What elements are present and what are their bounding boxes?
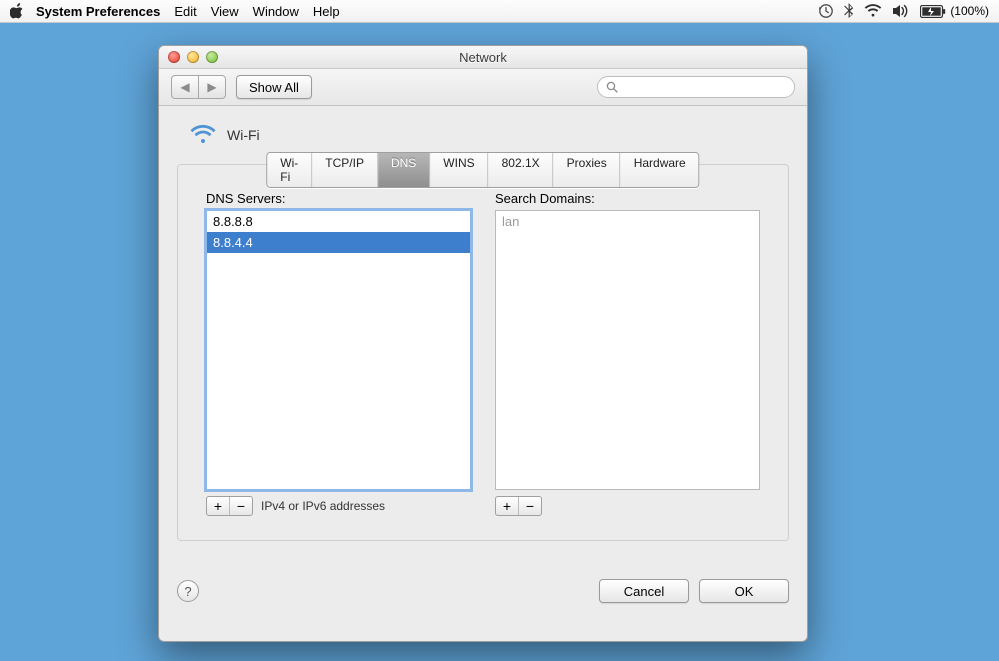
dns-add-remove: + −: [206, 496, 253, 516]
ok-button[interactable]: OK: [699, 579, 789, 603]
menubar: System Preferences Edit View Window Help…: [0, 0, 999, 23]
window-toolbar: ◀ ▶ Show All: [159, 69, 807, 106]
interface-name: Wi-Fi: [227, 127, 260, 143]
search-domain-row[interactable]: lan: [496, 211, 759, 232]
menu-window[interactable]: Window: [253, 4, 299, 19]
show-all-button[interactable]: Show All: [236, 75, 312, 99]
dns-servers-column: DNS Servers: 8.8.8.8 8.8.4.4 + − IPv4: [206, 191, 471, 516]
menu-view[interactable]: View: [211, 4, 239, 19]
menu-help[interactable]: Help: [313, 4, 340, 19]
search-field[interactable]: [597, 76, 795, 98]
tab-wifi[interactable]: Wi-Fi: [267, 153, 312, 187]
search-domain-add-button[interactable]: +: [496, 497, 519, 515]
search-icon: [606, 81, 618, 93]
search-domains-header: Search Domains:: [495, 191, 760, 206]
search-domain-remove-button[interactable]: −: [519, 497, 541, 515]
tab-proxies[interactable]: Proxies: [554, 153, 621, 187]
bluetooth-icon[interactable]: [844, 3, 854, 19]
menu-edit[interactable]: Edit: [174, 4, 196, 19]
desktop: Network ◀ ▶ Show All Wi-Fi Wi-Fi: [0, 23, 999, 661]
tab-wins[interactable]: WINS: [430, 153, 488, 187]
window-title: Network: [159, 50, 807, 65]
wifi-icon[interactable]: [864, 4, 882, 18]
window-content: Wi-Fi Wi-Fi TCP/IP DNS WINS 802.1X Proxi…: [159, 106, 807, 617]
preferences-window: Network ◀ ▶ Show All Wi-Fi Wi-Fi: [158, 45, 808, 642]
nav-back-forward: ◀ ▶: [171, 75, 226, 99]
app-name[interactable]: System Preferences: [36, 4, 160, 19]
settings-sheet: Wi-Fi TCP/IP DNS WINS 802.1X Proxies Har…: [177, 164, 789, 541]
dns-servers-list[interactable]: 8.8.8.8 8.8.4.4: [206, 210, 471, 490]
back-button[interactable]: ◀: [171, 75, 198, 99]
search-domains-list[interactable]: lan: [495, 210, 760, 490]
apple-menu-icon[interactable]: [10, 3, 24, 19]
ok-label: OK: [735, 584, 754, 599]
dns-row[interactable]: 8.8.4.4: [207, 232, 470, 253]
dns-hint: IPv4 or IPv6 addresses: [261, 499, 385, 513]
interface-header: Wi-Fi: [189, 124, 789, 146]
help-button[interactable]: ?: [177, 580, 199, 602]
tab-tcpip[interactable]: TCP/IP: [312, 153, 378, 187]
volume-icon[interactable]: [892, 4, 910, 18]
dns-remove-button[interactable]: −: [230, 497, 252, 515]
tab-hardware[interactable]: Hardware: [621, 153, 699, 187]
show-all-label: Show All: [249, 80, 299, 95]
cancel-label: Cancel: [624, 584, 664, 599]
cancel-button[interactable]: Cancel: [599, 579, 689, 603]
time-machine-icon[interactable]: [818, 3, 834, 19]
search-domains-column: Search Domains: lan + −: [495, 191, 760, 516]
dns-row[interactable]: 8.8.8.8: [207, 211, 470, 232]
battery-icon[interactable]: [920, 5, 946, 18]
dns-servers-header: DNS Servers:: [206, 191, 471, 206]
tab-dns[interactable]: DNS: [378, 153, 430, 187]
search-domains-add-remove: + −: [495, 496, 542, 516]
bottom-bar: ? Cancel OK: [177, 579, 789, 603]
dns-add-button[interactable]: +: [207, 497, 230, 515]
forward-button[interactable]: ▶: [198, 75, 226, 99]
window-titlebar[interactable]: Network: [159, 46, 807, 69]
battery-percent: (100%): [950, 4, 989, 18]
tab-bar: Wi-Fi TCP/IP DNS WINS 802.1X Proxies Har…: [266, 152, 699, 188]
wifi-interface-icon: [189, 124, 217, 146]
tab-8021x[interactable]: 802.1X: [489, 153, 554, 187]
